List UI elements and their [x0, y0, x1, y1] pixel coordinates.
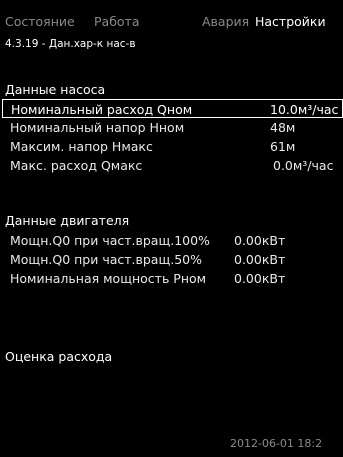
row-nominal-head[interactable]: Номинальный напор Нном 48м [2, 118, 343, 137]
row-power-100[interactable]: Мощн.Q0 при част.вращ.100% 0.00кВт [2, 231, 343, 250]
row-rated-power[interactable]: Номинальная мощность Рном 0.00кВт [2, 269, 343, 288]
section-title-motor: Данные двигателя [5, 213, 130, 228]
flow-estimate-item[interactable]: Оценка расхода [5, 349, 112, 364]
row-value: 0.00кВт [234, 233, 286, 248]
row-label: Номинальная мощность Рном [10, 271, 207, 286]
row-value: 0.00кВт [234, 271, 286, 286]
row-label: Мощн.Q0 при част.вращ.100% [10, 233, 210, 248]
tab-operation[interactable]: Работа [94, 14, 140, 29]
row-value: 0.00кВт [234, 252, 286, 267]
row-label: Мощн.Q0 при част.вращ.50% [10, 252, 202, 267]
status-datetime: 2012-06-01 18:2 [230, 437, 323, 450]
row-max-head[interactable]: Максим. напор Нмакс 61м [2, 137, 343, 156]
breadcrumb: 4.3.19 - Дан.хар-к нас-в [5, 38, 136, 50]
row-label: Макс. расход Qмакс [10, 158, 143, 173]
tab-alarm[interactable]: Авария [202, 14, 249, 29]
row-label: Максим. напор Нмакс [10, 139, 153, 154]
row-value: 48м [270, 120, 296, 135]
tab-bar: Состояние Работа Авария Настройки [0, 14, 343, 34]
section-title-pump: Данные насоса [5, 82, 106, 97]
row-label: Номинальный напор Нном [10, 120, 185, 135]
display-screen: Состояние Работа Авария Настройки 4.3.19… [0, 0, 343, 457]
row-value: 10.0м³/час [270, 102, 339, 117]
row-power-50[interactable]: Мощн.Q0 при част.вращ.50% 0.00кВт [2, 250, 343, 269]
row-nominal-flow[interactable]: Номинальный расход Qном 10.0м³/час [2, 99, 343, 118]
row-max-flow[interactable]: Макс. расход Qмакс 0.0м³/час [2, 156, 343, 175]
row-value: 0.0м³/час [273, 158, 334, 173]
tab-status[interactable]: Состояние [5, 14, 75, 29]
row-value: 61м [270, 139, 296, 154]
row-label: Номинальный расход Qном [11, 102, 193, 117]
tab-settings[interactable]: Настройки [255, 14, 326, 29]
